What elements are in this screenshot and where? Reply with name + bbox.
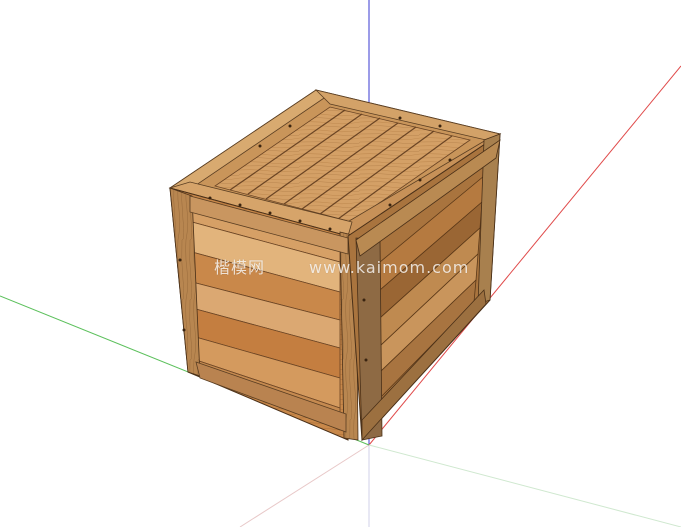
green-axis-inference bbox=[368, 444, 681, 527]
red-axis-inference bbox=[239, 444, 370, 527]
scene-canvas[interactable] bbox=[0, 0, 681, 527]
wooden-crate[interactable] bbox=[168, 89, 502, 442]
model-viewport[interactable]: 楷模网 www.kaimom.com bbox=[0, 0, 681, 527]
